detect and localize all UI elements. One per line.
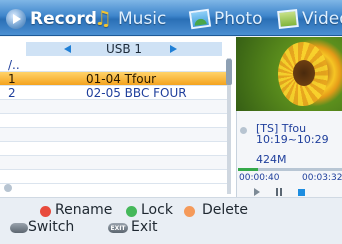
red-key-icon [40,206,51,217]
empty-row [0,156,228,170]
tab-record-label: Record [30,9,97,29]
file-row-2[interactable]: 2 02-05 BBC FOUR [0,86,228,100]
empty-row [0,142,228,156]
info-bullet-icon [240,127,247,134]
rename-label: Rename [55,202,113,218]
parent-dir-row[interactable]: /.. [0,58,228,72]
file-row-number: 1 [8,71,16,86]
tab-record[interactable]: Record [6,6,97,32]
lock-label: Lock [141,202,173,218]
file-row-number: 2 [8,85,16,100]
playback-progress-fill [238,168,258,171]
device-selector[interactable]: USB 1 [26,42,222,56]
file-row-name: 02-05 BBC FOUR [86,85,187,100]
list-indicator-dot [4,184,12,192]
stop-icon[interactable] [298,189,305,196]
tab-music-label: Music [118,9,167,29]
record-icon [6,9,26,29]
empty-row [0,170,228,184]
pause-icon[interactable] [276,188,282,196]
video-icon [277,9,299,29]
file-row-1[interactable]: 1 01-04 Tfour [0,72,228,86]
tab-photo[interactable]: Photo [188,6,263,32]
play-icon[interactable] [254,188,260,196]
tab-video-label: Video [302,9,342,29]
empty-row [0,100,228,114]
arrow-right-icon[interactable] [170,45,177,53]
music-icon [94,6,114,30]
exit-key-label: EXIT [110,224,126,232]
device-label: USB 1 [105,42,143,56]
tab-video[interactable]: Video [277,6,342,32]
sunflower-thumbnail [236,37,342,111]
tab-music[interactable]: Music [94,6,166,32]
empty-row [0,114,228,128]
switch-key-icon [10,223,28,233]
record-time-range: 10:19~10:29 [256,133,329,146]
scrollbar-thumb[interactable] [226,59,232,85]
exit-key-icon: EXIT [108,223,128,233]
file-size: 424M [256,153,287,166]
delete-label: Delete [202,202,248,218]
photo-icon [188,8,212,30]
orange-key-icon [184,206,195,217]
exit-label: Exit [131,219,158,235]
parent-dir-label: /.. [8,57,20,72]
elapsed-time: 00:00:40 [239,173,280,183]
switch-label: Switch [28,219,75,235]
green-key-icon [126,206,137,217]
empty-row [0,128,228,142]
arrow-left-icon[interactable] [64,45,71,53]
total-duration: 00:03:32 [302,173,342,183]
file-row-name: 01-04 Tfour [86,71,157,86]
tab-photo-label: Photo [214,9,263,29]
